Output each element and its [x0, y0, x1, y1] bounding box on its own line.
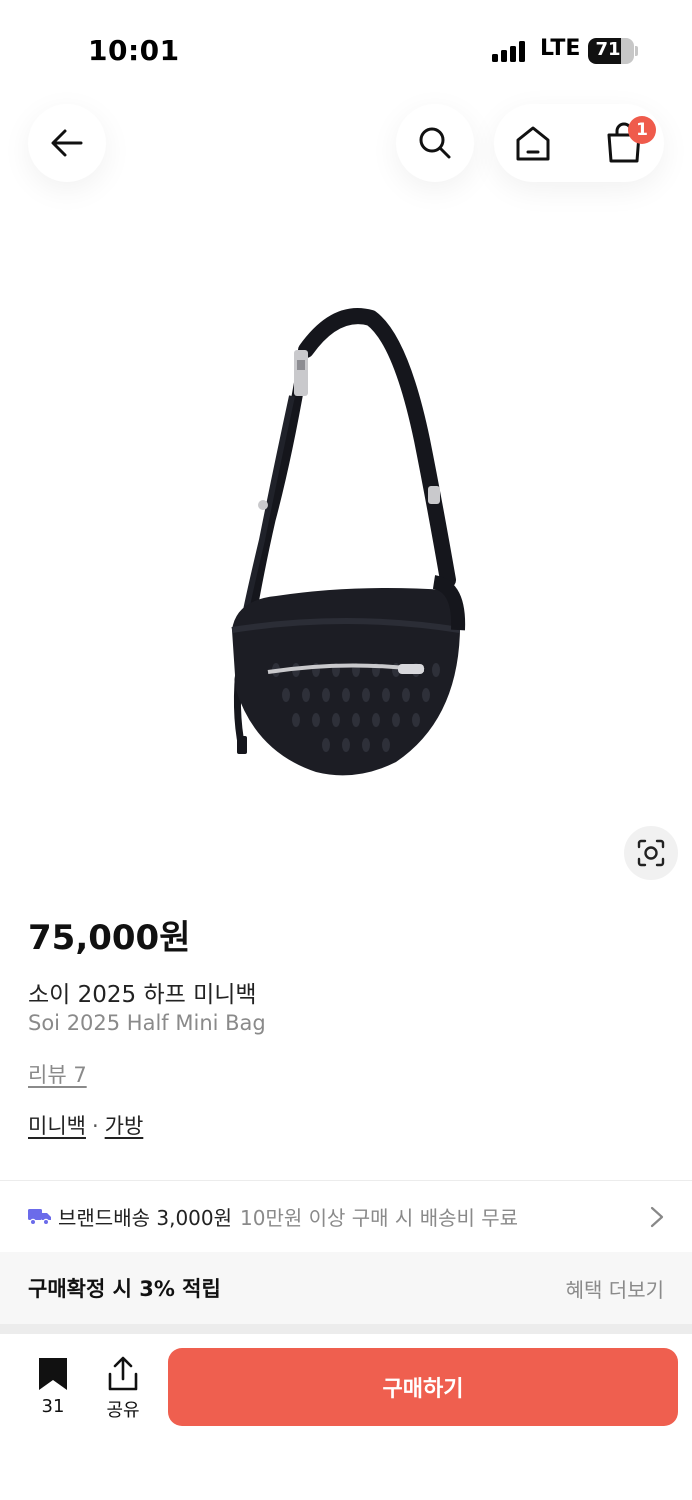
bookmark-button[interactable]: 31: [28, 1356, 78, 1417]
category-link-bag[interactable]: 가방: [105, 1114, 144, 1138]
truck-icon: [28, 1209, 51, 1225]
search-button[interactable]: [396, 104, 474, 182]
cart-count-badge: 1: [628, 116, 656, 144]
product-price: 75,000원: [28, 918, 191, 958]
share-label: 공유: [106, 1400, 140, 1421]
lens-icon: [637, 839, 665, 867]
status-bar: 10:01 LTE 71: [0, 0, 692, 100]
arrow-left-icon: [51, 129, 83, 157]
section-divider: [0, 1324, 692, 1334]
category-separator: ·: [91, 1114, 99, 1138]
product-name-ko: 소이 2025 하프 미니백: [28, 982, 257, 1008]
chevron-right-icon: [650, 1206, 664, 1228]
home-icon[interactable]: [514, 123, 552, 163]
shipping-row[interactable]: 브랜드배송 3,000원 10만원 이상 구매 시 배송비 무료: [0, 1181, 692, 1251]
signal-icon: [492, 40, 530, 62]
share-icon: [108, 1356, 138, 1391]
back-button[interactable]: [28, 104, 106, 182]
battery-icon: 71: [588, 38, 634, 64]
category-links: 미니백 · 가방: [28, 1110, 143, 1140]
product-name-en: Soi 2025 Half Mini Bag: [28, 1011, 266, 1035]
benefit-title: 구매확정 시 3% 적립: [28, 1277, 221, 1301]
network-type: LTE: [540, 36, 581, 61]
category-link-mini-bag[interactable]: 미니백: [28, 1114, 86, 1138]
benefit-row[interactable]: 구매확정 시 3% 적립 혜택 더보기: [0, 1252, 692, 1324]
bookmark-count: 31: [41, 1396, 65, 1417]
battery-level: 71: [595, 39, 621, 60]
status-time: 10:01: [88, 34, 180, 67]
shipping-fee: 브랜드배송 3,000원: [58, 1205, 233, 1230]
search-icon: [419, 127, 451, 159]
battery-cap: [635, 46, 638, 56]
buy-button[interactable]: 구매하기: [168, 1348, 678, 1426]
home-cart-group: 1: [494, 104, 664, 182]
benefit-more-link[interactable]: 혜택 더보기: [566, 1274, 664, 1303]
product-image[interactable]: [196, 300, 496, 800]
shipping-free-condition: 10만원 이상 구매 시 배송비 무료: [240, 1205, 519, 1230]
image-search-button[interactable]: [624, 826, 678, 880]
bottom-action-bar: 31 공유 구매하기: [0, 1334, 692, 1500]
reviews-link[interactable]: 리뷰 7: [28, 1059, 87, 1089]
bookmark-icon: [39, 1358, 67, 1390]
share-button[interactable]: 공유: [98, 1356, 148, 1422]
